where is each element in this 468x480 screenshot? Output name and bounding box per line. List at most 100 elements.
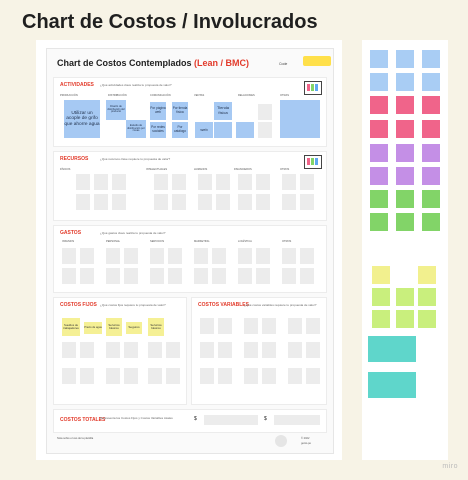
empty-slot[interactable] bbox=[150, 248, 164, 264]
empty-slot[interactable] bbox=[282, 268, 296, 284]
palette-note-pink[interactable] bbox=[370, 120, 388, 138]
palette-note-lime[interactable] bbox=[418, 288, 436, 306]
empty-slot[interactable] bbox=[282, 248, 296, 264]
palette-note-lime[interactable] bbox=[418, 310, 436, 328]
palette-note-green[interactable] bbox=[396, 190, 414, 208]
empty-slot[interactable] bbox=[172, 194, 186, 210]
palette-note-lime[interactable] bbox=[396, 310, 414, 328]
empty-slot[interactable] bbox=[112, 174, 126, 190]
palette-note-blue[interactable] bbox=[396, 73, 414, 91]
palette-note-teal[interactable] bbox=[368, 372, 416, 398]
empty-slot[interactable] bbox=[300, 248, 314, 264]
empty-slot[interactable] bbox=[218, 342, 232, 358]
sticky-note[interactable]: Servicios básicos bbox=[148, 318, 164, 336]
total-input-1[interactable] bbox=[204, 415, 258, 425]
empty-slot[interactable] bbox=[288, 368, 302, 384]
sticky-note[interactable]: Tienda física bbox=[214, 102, 232, 120]
empty-slot[interactable] bbox=[262, 342, 276, 358]
sticky-note[interactable]: Diseño de distribución del producto bbox=[106, 100, 126, 120]
palette-note-lime[interactable] bbox=[396, 288, 414, 306]
empty-slot[interactable] bbox=[168, 268, 182, 284]
empty-slot[interactable] bbox=[238, 268, 252, 284]
empty-slot[interactable] bbox=[124, 342, 138, 358]
empty-slot[interactable] bbox=[106, 342, 120, 358]
sticky-note[interactable] bbox=[280, 100, 320, 138]
palette-note-green[interactable] bbox=[370, 213, 388, 231]
sticky-note[interactable]: Servicios básicos bbox=[106, 318, 122, 336]
empty-slot[interactable] bbox=[262, 318, 276, 334]
empty-slot[interactable] bbox=[262, 368, 276, 384]
empty-slot[interactable] bbox=[216, 174, 230, 190]
empty-slot[interactable] bbox=[200, 368, 214, 384]
palette-note-pink[interactable] bbox=[422, 96, 440, 114]
empty-slot[interactable] bbox=[148, 368, 162, 384]
empty-slot[interactable] bbox=[198, 194, 212, 210]
empty-slot[interactable] bbox=[94, 194, 108, 210]
empty-slot[interactable] bbox=[218, 318, 232, 334]
palette-note-blue[interactable] bbox=[422, 50, 440, 68]
empty-slot[interactable] bbox=[62, 342, 76, 358]
sticky-note[interactable]: Sueldos de trabajadores bbox=[62, 318, 80, 336]
empty-slot[interactable] bbox=[148, 342, 162, 358]
palette-note-purple[interactable] bbox=[396, 167, 414, 185]
empty-slot[interactable] bbox=[216, 194, 230, 210]
palette-note-pink[interactable] bbox=[396, 120, 414, 138]
empty-slot[interactable] bbox=[238, 248, 252, 264]
sticky-note[interactable]: Por página web bbox=[150, 102, 166, 120]
empty-slot[interactable] bbox=[154, 174, 168, 190]
empty-slot[interactable] bbox=[172, 174, 186, 190]
empty-slot[interactable] bbox=[282, 194, 296, 210]
empty-slot[interactable] bbox=[124, 248, 138, 264]
empty-slot[interactable] bbox=[244, 368, 258, 384]
empty-slot[interactable] bbox=[150, 268, 164, 284]
empty-slot[interactable] bbox=[306, 368, 320, 384]
empty-slot[interactable] bbox=[124, 268, 138, 284]
empty-slot[interactable] bbox=[258, 104, 272, 120]
empty-slot[interactable] bbox=[212, 268, 226, 284]
empty-slot[interactable] bbox=[256, 194, 270, 210]
empty-slot[interactable] bbox=[62, 368, 76, 384]
empty-slot[interactable] bbox=[306, 342, 320, 358]
palette-note-green[interactable] bbox=[422, 213, 440, 231]
empty-slot[interactable] bbox=[306, 318, 320, 334]
empty-slot[interactable] bbox=[154, 194, 168, 210]
sticky-note[interactable]: Seguros bbox=[126, 322, 142, 334]
palette-note-pink[interactable] bbox=[422, 120, 440, 138]
cost-chart-poster[interactable]: Chart de Costos Contemplados (Lean / BMC… bbox=[46, 48, 334, 454]
palette-note-purple[interactable] bbox=[370, 167, 388, 185]
sticky-note[interactable]: Por redes sociales bbox=[150, 122, 166, 138]
empty-slot[interactable] bbox=[198, 174, 212, 190]
empty-slot[interactable] bbox=[238, 194, 252, 210]
sticky-note[interactable]: Precio de agua bbox=[84, 322, 102, 334]
empty-slot[interactable] bbox=[112, 194, 126, 210]
empty-slot[interactable] bbox=[300, 174, 314, 190]
sticky-note[interactable] bbox=[214, 122, 232, 138]
empty-slot[interactable] bbox=[106, 368, 120, 384]
palette-note-green[interactable] bbox=[422, 190, 440, 208]
board-frame[interactable]: Chart de Costos Contemplados (Lean / BMC… bbox=[36, 40, 342, 460]
empty-slot[interactable] bbox=[244, 318, 258, 334]
empty-slot[interactable] bbox=[300, 194, 314, 210]
empty-slot[interactable] bbox=[288, 318, 302, 334]
empty-slot[interactable] bbox=[80, 368, 94, 384]
palette-note-green[interactable] bbox=[396, 213, 414, 231]
sticky-note[interactable]: web bbox=[195, 122, 213, 138]
sticky-note[interactable]: Utilizar un acople de grifo que ahorre a… bbox=[64, 100, 100, 138]
palette-note-purple[interactable] bbox=[396, 144, 414, 162]
empty-slot[interactable] bbox=[194, 268, 208, 284]
empty-slot[interactable] bbox=[288, 342, 302, 358]
palette-note-pink[interactable] bbox=[370, 96, 388, 114]
empty-slot[interactable] bbox=[106, 248, 120, 264]
sticky-note[interactable]: Por tienda física bbox=[172, 102, 188, 120]
palette-note-purple[interactable] bbox=[422, 144, 440, 162]
sticky-note[interactable]: Estudio de distribución por zonas bbox=[126, 120, 146, 138]
empty-slot[interactable] bbox=[76, 194, 90, 210]
palette-note-lime[interactable] bbox=[372, 288, 390, 306]
empty-slot[interactable] bbox=[80, 342, 94, 358]
empty-slot[interactable] bbox=[194, 248, 208, 264]
palette-note-pink[interactable] bbox=[396, 96, 414, 114]
palette-note-purple[interactable] bbox=[370, 144, 388, 162]
empty-slot[interactable] bbox=[256, 174, 270, 190]
empty-slot[interactable] bbox=[218, 368, 232, 384]
empty-slot[interactable] bbox=[256, 248, 270, 264]
